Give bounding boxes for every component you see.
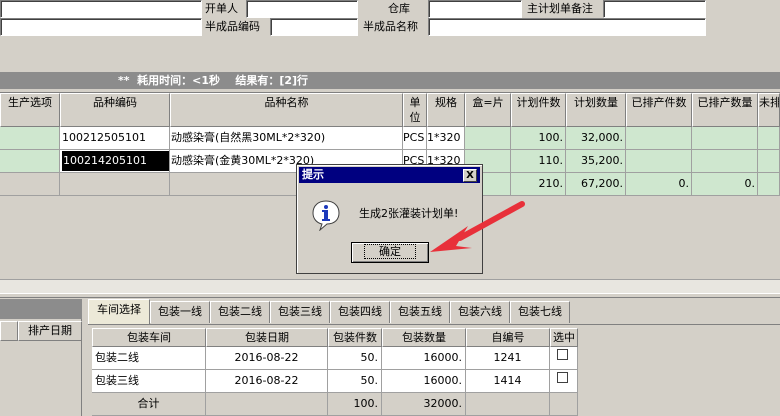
tab-line-3[interactable]: 包装三线 bbox=[270, 301, 330, 323]
col-header-done-qty[interactable]: 已排产数量 bbox=[692, 93, 758, 127]
brow1-date[interactable]: 2016-08-22 bbox=[206, 347, 328, 370]
col-header-spec[interactable]: 规格 bbox=[427, 93, 465, 127]
row1-spec[interactable]: 1*320 bbox=[427, 127, 465, 150]
row2-done-qty[interactable] bbox=[692, 150, 758, 173]
row3-pending bbox=[758, 173, 780, 196]
brow2-workshop[interactable]: 包装三线 bbox=[92, 370, 206, 393]
tab-line-4[interactable]: 包装四线 bbox=[330, 301, 390, 323]
warehouse-field[interactable] bbox=[428, 0, 522, 18]
brow1-qty[interactable]: 16000. bbox=[382, 347, 466, 370]
ok-button[interactable]: 确定 bbox=[351, 242, 429, 263]
btotal-pieces: 100. bbox=[328, 393, 382, 416]
brow2-date[interactable]: 2016-08-22 bbox=[206, 370, 328, 393]
row3-done-qty: 0. bbox=[692, 173, 758, 196]
row2-plan-qty[interactable]: 35,200. bbox=[566, 150, 626, 173]
brow1-pieces[interactable]: 50. bbox=[328, 347, 382, 370]
master-plan-note-field[interactable] bbox=[603, 0, 706, 18]
row2-code[interactable]: 100214205101 bbox=[60, 150, 170, 173]
info-icon bbox=[311, 199, 341, 234]
semi-name-label: 半成品名称 bbox=[363, 20, 418, 33]
row1-done-qty[interactable] bbox=[692, 127, 758, 150]
row1-unit[interactable]: PCS bbox=[403, 127, 427, 150]
ok-button-label: 确定 bbox=[364, 244, 416, 259]
row3-plan-qty: 67,200. bbox=[566, 173, 626, 196]
btotal-qty: 32000. bbox=[382, 393, 466, 416]
tab-line-5[interactable]: 包装五线 bbox=[390, 301, 450, 323]
col-header-code[interactable]: 品种编码 bbox=[60, 93, 170, 127]
btotal-date bbox=[206, 393, 328, 416]
col-header-box[interactable]: 盒=片 bbox=[465, 93, 511, 127]
bcol-header-code[interactable]: 自编号 bbox=[466, 328, 550, 347]
col-header-plan-qty[interactable]: 计划数量 bbox=[566, 93, 626, 127]
brow1-checkbox[interactable] bbox=[557, 349, 568, 360]
status-bar: ** 耗用时间：<1秒 结果有：[2]行 bbox=[0, 72, 780, 89]
row2-plan-pieces[interactable]: 110. bbox=[511, 150, 566, 173]
bcol-header-workshop[interactable]: 包装车间 bbox=[92, 328, 206, 347]
brow1-workshop[interactable]: 包装二线 bbox=[92, 347, 206, 370]
creator-field[interactable] bbox=[246, 0, 358, 18]
field-left-2[interactable] bbox=[0, 18, 202, 36]
col-header-name[interactable]: 品种名称 bbox=[170, 93, 403, 127]
tab-line-6[interactable]: 包装六线 bbox=[450, 301, 510, 323]
splitter[interactable] bbox=[0, 293, 780, 298]
left-header-schedule-date[interactable]: 排产日期 bbox=[18, 321, 82, 341]
row2-pending[interactable] bbox=[758, 150, 780, 173]
arrow-annotation-icon bbox=[430, 201, 525, 252]
row1-pending[interactable] bbox=[758, 127, 780, 150]
brow2-checkbox[interactable] bbox=[557, 372, 568, 383]
status-text: ** 耗用时间：<1秒 结果有：[2]行 bbox=[118, 74, 309, 87]
brow2-pieces[interactable]: 50. bbox=[328, 370, 382, 393]
creator-label: 开单人 bbox=[205, 2, 238, 15]
btotal-selected bbox=[550, 393, 578, 416]
row3-done-pieces: 0. bbox=[626, 173, 692, 196]
col-header-pending[interactable]: 未排 bbox=[758, 93, 780, 127]
row1-plan-pieces[interactable]: 100. bbox=[511, 127, 566, 150]
dialog-title-bar[interactable]: 提示 X bbox=[299, 167, 480, 183]
tab-line-2[interactable]: 包装二线 bbox=[210, 301, 270, 323]
row3-plan-pieces: 210. bbox=[511, 173, 566, 196]
col-header-prod-option[interactable]: 生产选项 bbox=[0, 93, 60, 127]
dialog-title: 提示 bbox=[302, 168, 324, 181]
bcol-header-selected[interactable]: 选中 bbox=[550, 328, 578, 347]
warehouse-label: 仓库 bbox=[388, 2, 410, 15]
row2-option[interactable] bbox=[0, 150, 60, 173]
btotal-code bbox=[466, 393, 550, 416]
row1-name[interactable]: 动感染膏(自然黑30ML*2*320) bbox=[170, 127, 403, 150]
bcol-header-pieces[interactable]: 包装件数 bbox=[328, 328, 382, 347]
top-grid-hscrollbar[interactable] bbox=[0, 279, 780, 293]
brow2-qty[interactable]: 16000. bbox=[382, 370, 466, 393]
brow1-selected[interactable] bbox=[550, 347, 578, 370]
row1-code[interactable]: 100212505101 bbox=[60, 127, 170, 150]
row1-box[interactable] bbox=[465, 127, 511, 150]
tab-line-7[interactable]: 包装七线 bbox=[510, 301, 570, 323]
bcol-header-date[interactable]: 包装日期 bbox=[206, 328, 328, 347]
master-plan-note-label: 主计划单备注 bbox=[527, 2, 593, 15]
row2-done-pieces[interactable] bbox=[626, 150, 692, 173]
brow2-selected[interactable] bbox=[550, 370, 578, 393]
left-header-blank bbox=[0, 321, 18, 341]
row3-code bbox=[60, 173, 170, 196]
col-header-done-pieces[interactable]: 已排产件数 bbox=[626, 93, 692, 127]
btotal-label: 合计 bbox=[92, 393, 206, 416]
row1-plan-qty[interactable]: 32,000. bbox=[566, 127, 626, 150]
col-header-unit[interactable]: 单位 bbox=[403, 93, 427, 127]
row3-option bbox=[0, 173, 60, 196]
tab-line-1[interactable]: 包装一线 bbox=[150, 301, 210, 323]
semi-code-label: 半成品编码 bbox=[205, 20, 260, 33]
dialog-close-button[interactable]: X bbox=[463, 169, 477, 182]
col-header-plan-pieces[interactable]: 计划件数 bbox=[511, 93, 566, 127]
brow1-code[interactable]: 1241 bbox=[466, 347, 550, 370]
semi-code-field[interactable] bbox=[270, 18, 358, 36]
left-panel-strip bbox=[0, 299, 82, 319]
tab-workshop-select[interactable]: 车间选择 bbox=[88, 299, 150, 324]
bcol-header-qty[interactable]: 包装数量 bbox=[382, 328, 466, 347]
row2-code-selected[interactable]: 100214205101 bbox=[62, 151, 169, 171]
semi-name-field[interactable] bbox=[428, 18, 706, 36]
brow2-code[interactable]: 1414 bbox=[466, 370, 550, 393]
unit-header-text: 单位 bbox=[409, 96, 421, 124]
field-left-1[interactable] bbox=[0, 0, 202, 18]
row1-option[interactable] bbox=[0, 127, 60, 150]
row1-done-pieces[interactable] bbox=[626, 127, 692, 150]
